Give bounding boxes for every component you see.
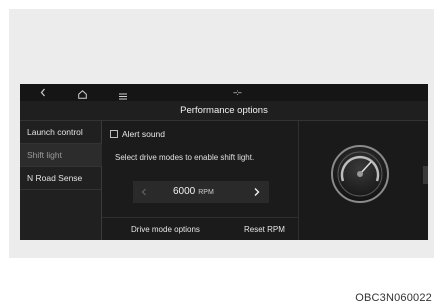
- shift-light-gauge-icon: [331, 145, 389, 203]
- alert-sound-label: Alert sound: [122, 129, 165, 139]
- sidebar: Launch control Shift light N Road Sense: [20, 121, 102, 240]
- shift-light-settings: Alert sound Select drive modes to enable…: [102, 121, 298, 240]
- instruction-text: Select drive modes to enable shift light…: [115, 153, 255, 162]
- rpm-increase-button[interactable]: [245, 181, 269, 203]
- drive-mode-options-button[interactable]: Drive mode options: [131, 218, 200, 240]
- rpm-readout: 6000 RPM: [173, 181, 214, 204]
- figure-code: OBC3N060022: [355, 292, 432, 304]
- rpm-unit: RPM: [198, 189, 214, 196]
- sidebar-item-label: N Road Sense: [27, 173, 83, 183]
- content-footer: Drive mode options Reset RPM: [102, 217, 298, 240]
- chevron-left-icon: [141, 188, 146, 196]
- sidebar-item-shift-light[interactable]: Shift light: [20, 144, 102, 167]
- sidebar-item-launch-control[interactable]: Launch control: [20, 121, 102, 144]
- page: --:-- Performance options Launch control…: [0, 0, 443, 308]
- rpm-value: 6000: [173, 186, 196, 197]
- rpm-decrease-button[interactable]: [133, 181, 155, 203]
- alert-sound-checkbox[interactable]: [110, 130, 118, 138]
- home-icon[interactable]: [78, 88, 87, 99]
- sidebar-item-label: Launch control: [27, 127, 83, 137]
- sidebar-item-label: Shift light: [27, 150, 62, 160]
- status-indicator: --:--: [233, 88, 242, 97]
- panel-edge-handle[interactable]: [423, 166, 428, 184]
- chevron-right-icon: [254, 188, 260, 196]
- back-icon[interactable]: [33, 84, 53, 101]
- sidebar-item-n-road-sense[interactable]: N Road Sense: [20, 167, 102, 190]
- rpm-stepper: 6000 RPM: [133, 181, 269, 203]
- infotainment-screen: --:-- Performance options Launch control…: [20, 84, 428, 240]
- top-bar: --:--: [20, 84, 428, 101]
- menu-icon[interactable]: [119, 89, 127, 100]
- page-title: Performance options: [180, 105, 268, 116]
- gauge-preview: [298, 121, 428, 240]
- page-header: Performance options: [20, 101, 428, 121]
- reset-rpm-button[interactable]: Reset RPM: [244, 218, 285, 240]
